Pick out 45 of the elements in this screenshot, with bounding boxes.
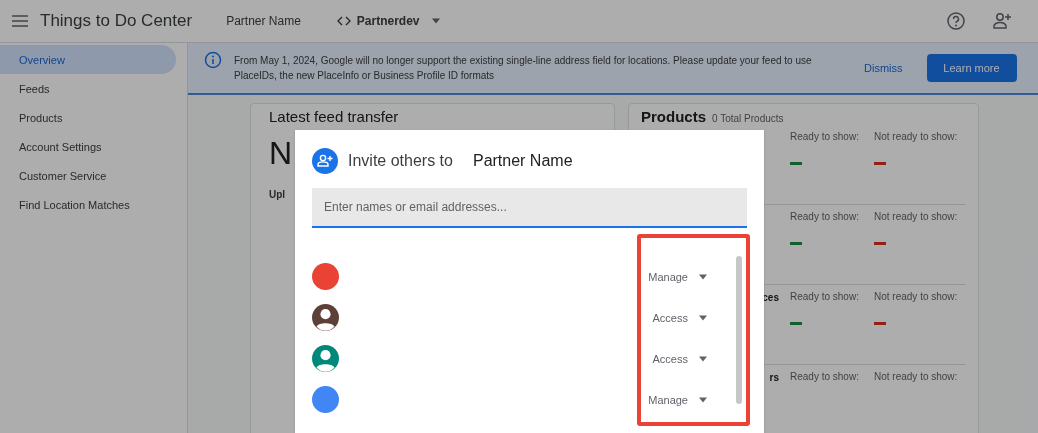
role-dropdown[interactable]: Access bbox=[652, 311, 707, 324]
status-label: Ready to show: bbox=[790, 211, 860, 222]
card-title: Latest feed transfer bbox=[269, 108, 400, 125]
dismiss-button[interactable]: Dismiss bbox=[858, 61, 909, 75]
role-dropdown[interactable]: Manage bbox=[648, 393, 707, 406]
caret-icon bbox=[699, 355, 707, 362]
sidebar-item[interactable]: Feeds bbox=[0, 74, 176, 103]
learn-more-button[interactable]: Learn more bbox=[926, 54, 1017, 82]
sidebar-item[interactable]: Account Settings bbox=[0, 132, 176, 161]
caret-icon bbox=[699, 314, 707, 321]
card-title: Products bbox=[641, 108, 706, 125]
feed-value: N bbox=[269, 137, 293, 169]
status-label: Ready to show: bbox=[790, 131, 860, 142]
sidebar-item[interactable]: Overview bbox=[0, 45, 176, 74]
feed-label: Upl bbox=[269, 189, 286, 200]
status-label: Ready to show: bbox=[790, 371, 860, 382]
menu-icon[interactable] bbox=[12, 14, 28, 28]
status-label: Not ready to show: bbox=[874, 211, 959, 222]
account-selector[interactable]: Partnerdev bbox=[336, 14, 440, 28]
caret-icon bbox=[699, 396, 707, 403]
sidebar-item[interactable]: Find Location Matches bbox=[0, 190, 176, 219]
add-person-icon bbox=[312, 148, 338, 174]
status-label: Not ready to show: bbox=[874, 131, 959, 142]
dialog-title: Invite others to bbox=[348, 152, 453, 170]
banner-message: From May 1, 2024, Google will no longer support the existing single-line address field for locations. Please update your feed to use PlaceIDs, the new PlaceInfo or Business Profile ID formats bbox=[234, 54, 813, 83]
partner-name: Partner Name bbox=[226, 14, 301, 28]
sidebar-item[interactable]: Products bbox=[0, 103, 176, 132]
code-icon bbox=[336, 16, 351, 26]
row-label: rs bbox=[768, 371, 780, 383]
app-title: Things to Do Center bbox=[40, 11, 193, 31]
help-icon[interactable] bbox=[946, 11, 966, 31]
role-dropdown[interactable]: Manage bbox=[648, 270, 707, 283]
info-icon bbox=[204, 51, 222, 69]
caret-icon bbox=[699, 273, 707, 280]
status-label: Not ready to show: bbox=[874, 371, 959, 382]
dialog-partner-name: Partner Name bbox=[472, 152, 573, 170]
add-person-icon[interactable] bbox=[992, 11, 1012, 31]
status-label: Ready to show: bbox=[790, 291, 860, 302]
scrollbar[interactable] bbox=[736, 256, 742, 404]
caret-icon bbox=[431, 18, 440, 24]
invite-input-field[interactable]: Enter names or email addresses... bbox=[312, 188, 747, 228]
product-count: 0 Total Products bbox=[712, 113, 784, 124]
sidebar-item[interactable]: Customer Service bbox=[0, 161, 176, 190]
status-label: Not ready to show: bbox=[874, 291, 959, 302]
role-dropdown[interactable]: Access bbox=[652, 352, 707, 365]
